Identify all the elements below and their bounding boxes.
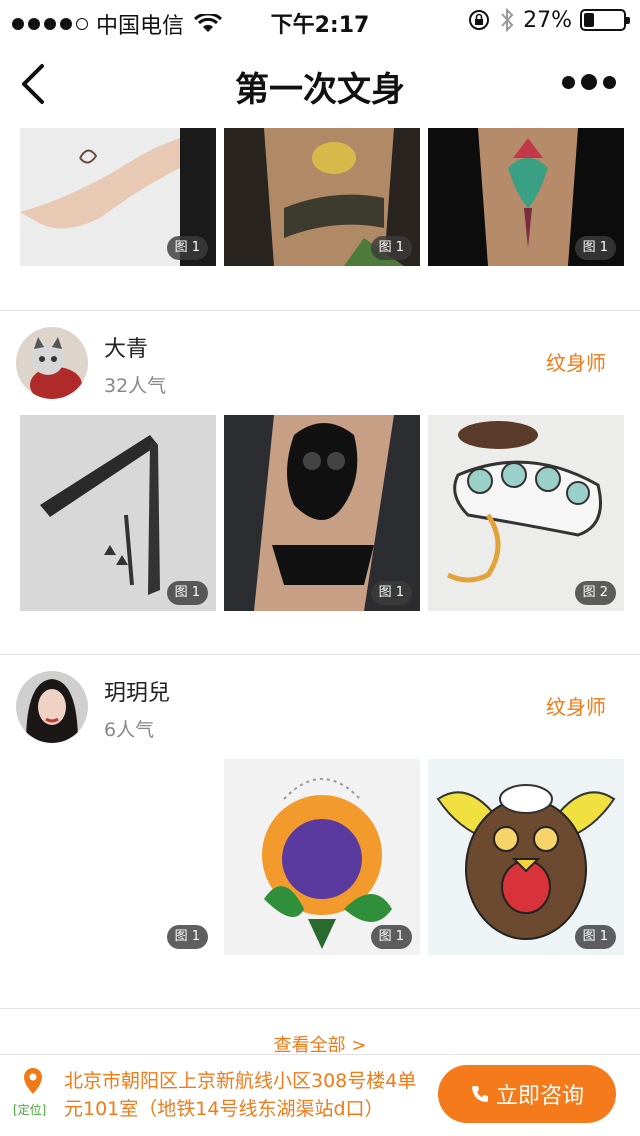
photo-count-badge: 图 1 [370, 581, 412, 605]
tattoo-photo[interactable]: 图 1 [20, 415, 216, 611]
artist-popularity: 32人气 [104, 375, 167, 397]
photo-row: 图 1 图 1 图 1 [20, 128, 624, 266]
photo-count-badge: 图 1 [166, 236, 208, 260]
photo-count-badge: 图 1 [574, 236, 616, 260]
battery-percent: 27% [523, 7, 572, 33]
location-pin-icon [24, 1068, 42, 1094]
store-address[interactable]: 北京市朝阳区上京新航线小区308号楼4单元101室（地铁14号线东湖渠站d口） [64, 1067, 424, 1123]
photo-count-badge: 图 1 [166, 581, 208, 605]
photo-count-badge: 图 1 [370, 236, 412, 260]
page-title: 第一次文身 [235, 70, 405, 110]
tattoo-photo[interactable]: 图 1 [428, 759, 624, 955]
avatar[interactable] [16, 671, 88, 743]
photo-count-badge: 图 1 [166, 925, 208, 949]
consult-button-label: 立即咨询 [495, 1084, 584, 1109]
nav-bar: 第一次文身 [0, 40, 640, 128]
artist-role-label: 纹身师 [546, 351, 606, 375]
avatar[interactable] [16, 327, 88, 399]
tattoo-photo[interactable]: 图 1 [224, 415, 420, 611]
location-tag: [定位] [13, 1103, 47, 1117]
artist-header[interactable]: 大青 32人气 纹身师 [0, 327, 640, 417]
section-divider [0, 1008, 640, 1009]
consult-button[interactable]: 立即咨询 [438, 1065, 616, 1123]
photo-row: 图 1 图 1 图 1 [20, 759, 624, 955]
battery-icon [580, 9, 630, 31]
tattoo-photo[interactable]: 图 1 [224, 128, 420, 266]
section-divider [0, 654, 640, 655]
photo-count-badge: 图 2 [574, 581, 616, 605]
photo-count-badge: 图 1 [574, 925, 616, 949]
artist-header[interactable]: 玥玥兒 6人气 纹身师 [0, 671, 640, 761]
bluetooth-icon [501, 7, 514, 33]
tattoo-photo[interactable]: 图 1 [20, 128, 216, 266]
orientation-lock-icon [469, 10, 490, 30]
tattoo-photo[interactable]: 图 2 [428, 415, 624, 611]
bottom-bar: [定位] 北京市朝阳区上京新航线小区308号楼4单元101室（地铁14号线东湖渠… [0, 1054, 640, 1136]
artist-name: 玥玥兒 [104, 681, 171, 706]
section-divider [0, 310, 640, 311]
artist-name: 大青 [104, 337, 149, 362]
battery-level-fill [584, 13, 594, 27]
tattoo-photo[interactable]: 图 1 [20, 759, 216, 955]
artist-list[interactable]: 图 1 图 1 图 1 大青 32人气 纹身师 图 1 图 1 图 2 玥玥兒 … [0, 128, 640, 1054]
phone-icon [471, 1086, 488, 1102]
artist-popularity: 6人气 [104, 719, 155, 741]
tattoo-photo[interactable]: 图 1 [428, 128, 624, 266]
more-options-icon[interactable] [562, 74, 616, 90]
artist-role-label: 纹身师 [546, 695, 606, 719]
photo-count-badge: 图 1 [370, 925, 412, 949]
tattoo-photo[interactable]: 图 1 [224, 759, 420, 955]
status-bar: 中国电信 下午2:17 27% [0, 0, 640, 40]
view-all-link[interactable]: 查看全部 > [0, 1031, 640, 1054]
photo-row: 图 1 图 1 图 2 [20, 415, 624, 611]
